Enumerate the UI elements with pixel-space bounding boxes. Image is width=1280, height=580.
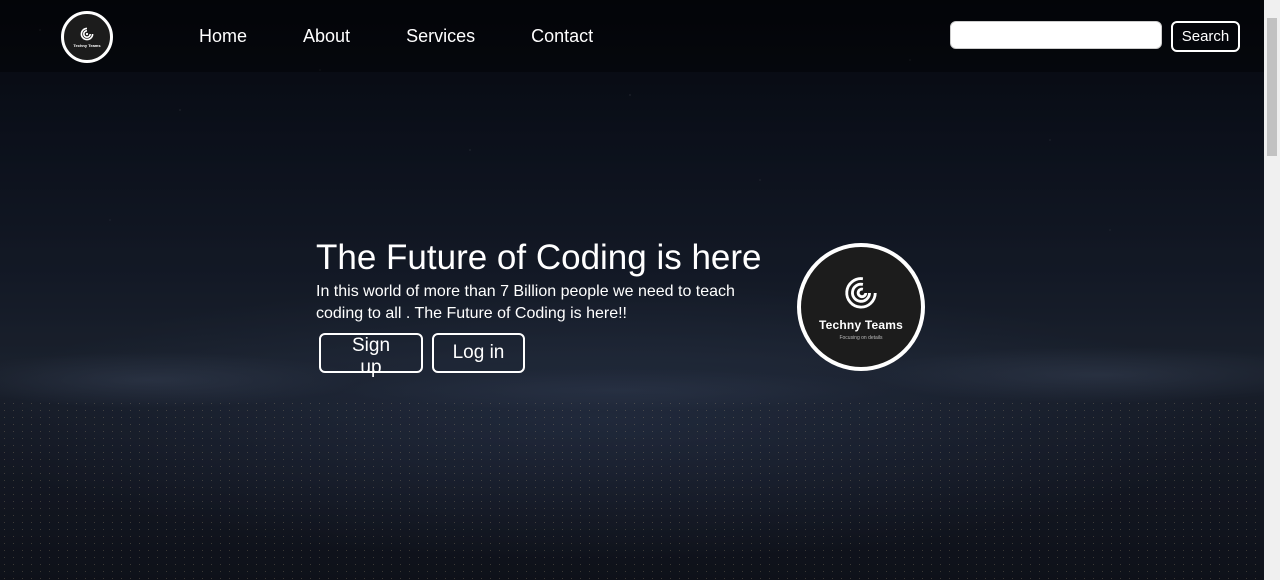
nav-logo[interactable]: Techny Teams	[61, 11, 113, 63]
login-button[interactable]: Log in	[432, 333, 525, 373]
search-input[interactable]	[950, 21, 1162, 49]
nav-link-contact[interactable]: Contact	[531, 24, 593, 48]
nav-links: Home About Services Contact	[199, 24, 649, 48]
search-button[interactable]: Search	[1171, 21, 1240, 52]
swirl-logo-icon	[80, 27, 94, 41]
brand-tagline: Focusing on details	[839, 334, 883, 341]
nav-link-services[interactable]: Services	[406, 24, 475, 48]
scrollbar[interactable]	[1264, 0, 1280, 580]
swirl-logo-icon	[845, 276, 877, 309]
nav-link-about[interactable]: About	[303, 24, 350, 48]
nav-logo-text: Techny Teams	[73, 43, 101, 48]
nav-link-home[interactable]: Home	[199, 24, 247, 48]
hero-text: In this world of more than 7 Billion peo…	[316, 283, 735, 322]
hero-title: The Future of Coding is here	[316, 238, 762, 277]
scrollbar-thumb[interactable]	[1267, 18, 1277, 156]
hero-brand-logo: Techny Teams Focusing on details	[797, 243, 925, 371]
navbar: Techny Teams Home About Services Contact…	[0, 0, 1264, 72]
signup-button[interactable]: Sign up	[319, 333, 423, 378]
brand-name: Techny Teams	[819, 317, 903, 332]
